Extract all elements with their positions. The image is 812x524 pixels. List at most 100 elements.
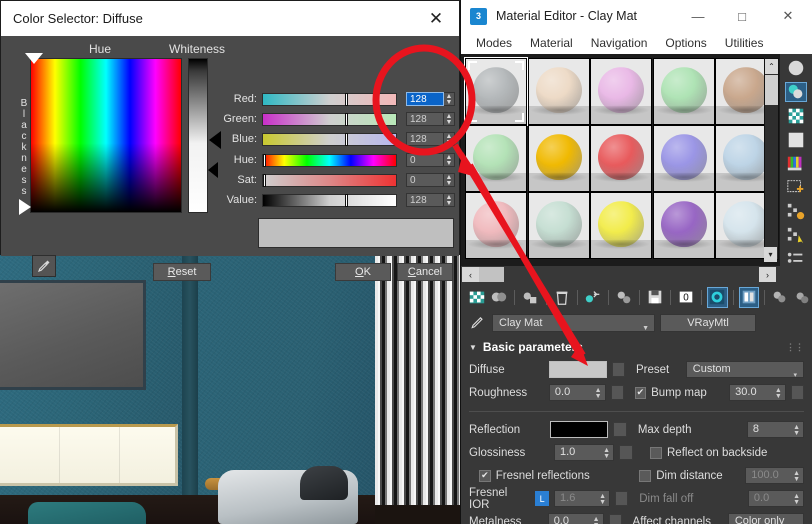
material-name-dropdown[interactable]: Clay Mat ▼ <box>492 314 655 332</box>
scroll-left-icon[interactable]: ‹ <box>462 267 479 282</box>
menu-navigation[interactable]: Navigation <box>582 36 657 50</box>
spinner-icon[interactable]: ▲▼ <box>793 493 800 506</box>
spinner-icon[interactable]: ▲▼ <box>599 493 606 506</box>
sample-ui-icon[interactable] <box>785 130 807 150</box>
scroll-thumb-horizontal[interactable] <box>479 267 504 282</box>
sample-slot-purple[interactable] <box>652 192 715 259</box>
minimize-button[interactable]: — <box>676 0 720 32</box>
go-forward-icon[interactable] <box>792 287 812 308</box>
dim-distance-input[interactable]: 100.0 ▲ ▼ <box>745 467 804 484</box>
diffuse-color-swatch[interactable] <box>548 361 607 378</box>
fresnel-ior-map-button[interactable] <box>615 491 629 506</box>
hue-blackness-picker[interactable] <box>30 58 182 213</box>
fresnel-ior-input[interactable]: 1.6 ▲ ▼ <box>554 490 611 507</box>
scroll-up-icon[interactable]: ⌃ <box>765 59 778 74</box>
sample-slot-pink[interactable] <box>465 192 527 259</box>
sample-slot-lilac[interactable] <box>590 58 653 125</box>
select-by-material-icon[interactable] <box>785 226 807 246</box>
assign-to-selection-icon[interactable] <box>520 287 540 308</box>
cancel-button[interactable]: Cancel <box>397 263 453 281</box>
pencil-icon[interactable] <box>467 314 487 332</box>
channel-slider[interactable] <box>262 132 397 146</box>
spinner-icon[interactable]: ▲▼ <box>603 447 610 460</box>
put-to-library-icon[interactable] <box>645 287 665 308</box>
fresnel-ior-lock-icon[interactable]: L <box>535 491 550 506</box>
rollout-header[interactable]: ▼ Basic parameters ⋮⋮ <box>469 336 804 358</box>
reset-button[interactable]: Reset <box>153 263 211 281</box>
fresnel-reflections-checkbox[interactable]: ✔ <box>479 469 491 482</box>
max-depth-input[interactable]: 8 ▲ ▼ <box>746 421 805 438</box>
sample-slot-mint-green[interactable] <box>652 58 715 125</box>
material-id-channel-icon[interactable]: 0 <box>676 287 696 308</box>
delete-icon[interactable] <box>552 287 572 308</box>
spinner-icon[interactable]: ▲▼ <box>593 516 600 524</box>
channel-slider-knob[interactable] <box>263 173 266 187</box>
bump-map-input[interactable]: 30.0 ▲ ▼ <box>729 384 786 401</box>
reflect-backside-checkbox[interactable]: ✔ <box>650 446 662 459</box>
show-in-viewport-icon[interactable] <box>707 286 728 308</box>
preset-dropdown[interactable]: Custom ▾ <box>685 361 804 379</box>
channel-input[interactable]: 128 <box>406 193 444 207</box>
menu-modes[interactable]: Modes <box>467 36 521 50</box>
sample-slot-periwinkle[interactable] <box>652 125 715 192</box>
hue-marker-top[interactable] <box>25 53 43 64</box>
channel-slider-knob[interactable] <box>345 92 349 106</box>
scroll-down-icon[interactable]: ▾ <box>764 247 777 262</box>
blackness-marker[interactable] <box>19 199 31 215</box>
sample-slot-seafoam[interactable] <box>527 192 590 259</box>
spinner-icon[interactable]: ▲▼ <box>793 424 800 437</box>
channel-slider[interactable] <box>262 193 397 207</box>
render-map-icon[interactable] <box>785 178 807 198</box>
close-button[interactable]: ✕ <box>766 0 810 32</box>
dim-distance-checkbox[interactable]: ✔ <box>639 469 652 482</box>
reflection-map-button[interactable] <box>613 422 627 437</box>
roughness-map-button[interactable] <box>610 385 624 400</box>
whiteness-slider[interactable] <box>188 58 208 213</box>
scroll-thumb-vertical[interactable] <box>765 75 778 105</box>
menu-utilities[interactable]: Utilities <box>716 36 773 50</box>
sample-slot-cream[interactable] <box>527 58 590 125</box>
bump-map-checkbox[interactable]: ✔ <box>634 386 647 399</box>
scroll-right-icon[interactable]: › <box>759 267 776 282</box>
glossiness-input[interactable]: 1.0 ▲ ▼ <box>554 444 614 461</box>
bump-map-button[interactable] <box>790 385 805 400</box>
dim-falloff-input[interactable]: 0.0 ▲ ▼ <box>747 490 804 507</box>
spinner-icon[interactable]: ▲▼ <box>444 112 455 126</box>
ok-button[interactable]: OK <box>335 263 391 281</box>
channel-slider[interactable] <box>262 153 397 167</box>
menu-material[interactable]: Material <box>521 36 582 50</box>
spinner-icon[interactable]: ▲▼ <box>444 92 455 106</box>
make-unique-icon[interactable] <box>614 287 634 308</box>
spinner-icon[interactable]: ▲▼ <box>444 173 455 187</box>
eyedropper-icon[interactable] <box>32 255 56 277</box>
channel-input[interactable]: 128 <box>406 132 444 146</box>
show-end-result-icon[interactable] <box>738 286 759 308</box>
material-type-button[interactable]: VRayMtl <box>660 314 756 332</box>
sample-slot-pale-green[interactable] <box>465 125 527 192</box>
maximize-button[interactable]: □ <box>720 0 764 32</box>
channel-slider[interactable] <box>262 92 397 106</box>
channel-slider[interactable] <box>262 173 397 187</box>
sample-sphere-icon[interactable] <box>785 58 807 78</box>
backlight-icon[interactable] <box>785 82 807 102</box>
spinner-icon[interactable]: ▲▼ <box>775 387 782 400</box>
sample-slot-yellow[interactable] <box>590 192 653 259</box>
spinner-icon[interactable]: ▲▼ <box>595 387 602 400</box>
channel-slider[interactable] <box>262 112 397 126</box>
diffuse-map-button[interactable] <box>611 362 625 377</box>
metalness-input[interactable]: 0.0 ▲▼ <box>547 513 604 524</box>
channel-slider-knob[interactable] <box>345 132 349 146</box>
put-to-scene-icon[interactable] <box>489 287 509 308</box>
metalness-map-button[interactable] <box>608 514 622 524</box>
options-icon[interactable] <box>785 202 807 222</box>
menu-options[interactable]: Options <box>656 36 715 50</box>
get-material-icon[interactable] <box>467 287 487 308</box>
color-swatch-icon[interactable] <box>785 154 807 174</box>
spinner-icon[interactable]: ▲▼ <box>793 470 800 483</box>
channel-slider-knob[interactable] <box>263 153 266 167</box>
sample-slot-gold[interactable] <box>527 125 590 192</box>
roughness-input[interactable]: 0.0 ▲ ▼ <box>548 384 606 401</box>
channel-input[interactable]: 0 <box>406 173 444 187</box>
sample-grid-horizontal-scrollbar[interactable]: ‹ › <box>461 266 812 284</box>
channel-input[interactable]: 128 <box>406 112 444 126</box>
